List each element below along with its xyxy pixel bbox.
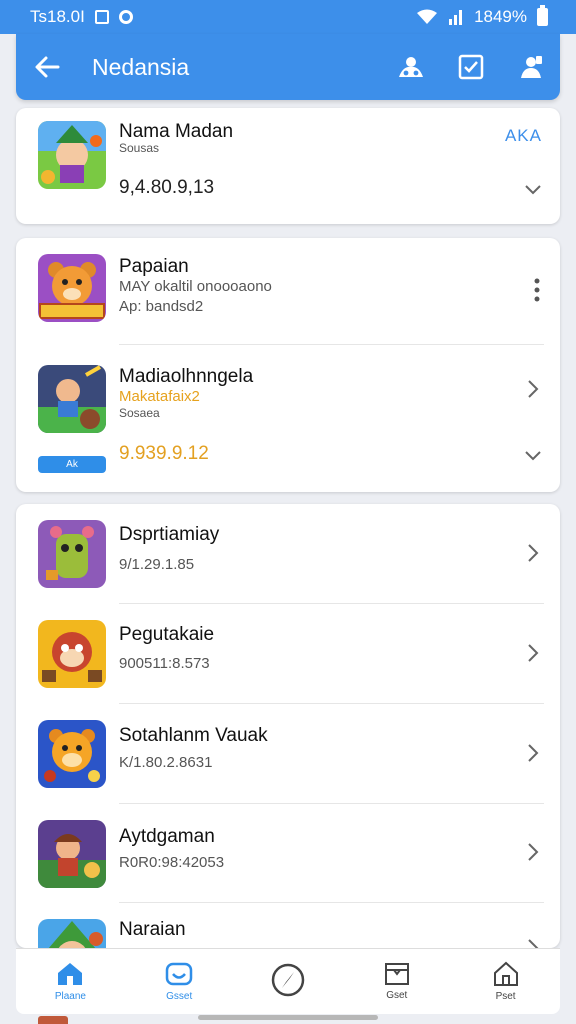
user-tag-icon	[521, 56, 542, 78]
app-thumbnail	[38, 820, 106, 888]
sync-icon	[118, 10, 133, 24]
featured-card[interactable]: Nama Madan Sousas 9,4.80.9,13 AKA	[16, 108, 560, 224]
status-left: Ts18.0I	[30, 7, 133, 27]
nav-label-inbox: Gset	[386, 990, 408, 1001]
signal-icon	[449, 10, 463, 25]
app-name: Aytdgaman	[119, 826, 215, 847]
list-item[interactable]: Dsprtiamiay 9/1.29.1.85	[16, 504, 560, 604]
group-button[interactable]	[396, 52, 426, 82]
app-name: Pegutakaie	[119, 624, 215, 645]
arrow-left-icon	[35, 56, 60, 78]
app-thumbnail	[38, 254, 106, 322]
inbox-icon	[384, 963, 409, 985]
app-thumbnail	[38, 720, 106, 788]
partial-thumbnail	[38, 1016, 68, 1024]
app-detail: Sosaea	[119, 406, 160, 420]
page-title: Nedansia	[92, 53, 190, 80]
nav-label-games: Gsset	[166, 991, 193, 1002]
app-name: Nama Madan	[119, 121, 234, 142]
chevron-right-icon[interactable]	[522, 642, 544, 664]
battery-text: 1849%	[474, 7, 527, 26]
home-indicator[interactable]	[198, 1015, 378, 1020]
app-thumbnail	[38, 121, 106, 189]
nav-item-explore[interactable]	[243, 962, 333, 1002]
chevron-down-icon[interactable]	[522, 178, 544, 200]
profile-button[interactable]	[516, 52, 546, 82]
compass-icon	[271, 963, 305, 996]
house-outline-icon	[493, 961, 518, 986]
app-name: Sotahlanm Vauak	[119, 725, 268, 746]
list-item[interactable]: Sotahlanm Vauak K/1.80.2.8631	[16, 704, 560, 804]
app-thumbnail	[38, 520, 106, 588]
list-item[interactable]: Papaian MAY okaltil onoooaono Ap: bandsd…	[16, 238, 560, 346]
nav-item-home[interactable]: Plaane	[25, 961, 115, 1002]
status-time: Ts18.0I	[30, 7, 85, 26]
bottom-navigation: Plaane Gsset Gset Pset	[16, 948, 560, 1014]
chevron-right-icon[interactable]	[522, 378, 544, 400]
checkbox-icon	[458, 54, 484, 80]
app-subtitle: Makatafaix2	[119, 388, 200, 405]
app-name: Madiaolhnngela	[119, 366, 254, 387]
app-subtitle: K/1.80.2.8631	[119, 754, 213, 771]
monster-character-icon	[38, 520, 106, 588]
group-card-2: Papaian MAY okaltil onoooaono Ap: bandsd…	[16, 238, 560, 492]
people-icon	[399, 57, 423, 77]
app-price: 9.939.9.12	[119, 443, 209, 464]
chevron-right-icon[interactable]	[522, 542, 544, 564]
status-bar: Ts18.0I 1849%	[0, 0, 576, 34]
chevron-right-icon[interactable]	[522, 937, 544, 948]
nav-label-profile: Pset	[495, 991, 516, 1002]
app-subtitle: 9/1.29.1.85	[119, 556, 195, 573]
checklist-button[interactable]	[456, 52, 486, 82]
app-price: 9,4.80.9,13	[119, 177, 215, 198]
elf-character-icon	[38, 919, 106, 948]
app-thumbnail	[38, 365, 106, 433]
status-badge: Ak	[38, 456, 106, 473]
app-thumbnail	[38, 620, 106, 688]
appbar-actions	[396, 52, 546, 82]
nav-item-games[interactable]: Gsset	[134, 961, 224, 1002]
nav-item-profile[interactable]: Pset	[461, 961, 551, 1002]
adventurer-character-icon	[38, 820, 106, 888]
status-right: 1849%	[416, 5, 548, 27]
app-name: Papaian	[119, 256, 189, 277]
more-options-icon[interactable]	[534, 278, 540, 302]
app-bar: Nedansia	[16, 34, 560, 100]
list-item[interactable]: Pegutakaie 900511:8.573	[16, 604, 560, 704]
nav-label-home: Plaane	[54, 991, 86, 1002]
app-subtitle: 900511:8.573	[119, 655, 210, 672]
notification-icon	[94, 10, 109, 24]
bear-cub-character-icon	[38, 720, 106, 788]
app-subtitle: Sousas	[119, 141, 160, 155]
nav-item-inbox[interactable]: Gset	[352, 962, 442, 1001]
home-icon	[58, 963, 83, 985]
app-subtitle: MAY okaltil onoooaono	[119, 278, 272, 295]
list-item[interactable]: Ak Madiaolhnngela Makatafaix2 Sosaea 9.9…	[16, 345, 560, 492]
game-character-icon	[38, 121, 106, 189]
list-item[interactable]: Naraian	[16, 903, 560, 948]
app-thumbnail	[38, 919, 106, 948]
monkey-character-icon	[38, 620, 106, 688]
list-item[interactable]: Aytdgaman R0R0:98:42053	[16, 804, 560, 904]
battery-icon	[537, 5, 548, 26]
chevron-down-icon[interactable]	[522, 444, 544, 466]
featured-tag[interactable]: AKA	[505, 126, 542, 146]
app-name: Naraian	[119, 919, 186, 940]
wifi-icon	[417, 9, 438, 24]
chevron-right-icon[interactable]	[522, 742, 544, 764]
warrior-character-icon	[38, 365, 106, 433]
back-button[interactable]	[32, 52, 62, 82]
group-card-3: Dsprtiamiay 9/1.29.1.85 Pegutakaie 90051…	[16, 504, 560, 948]
bear-character-icon	[38, 254, 106, 322]
chevron-right-icon[interactable]	[522, 841, 544, 863]
app-subtitle: R0R0:98:42053	[119, 854, 225, 871]
app-name: Dsprtiamiay	[119, 524, 220, 545]
controller-icon	[165, 962, 193, 986]
app-detail: Ap: bandsd2	[119, 298, 204, 315]
